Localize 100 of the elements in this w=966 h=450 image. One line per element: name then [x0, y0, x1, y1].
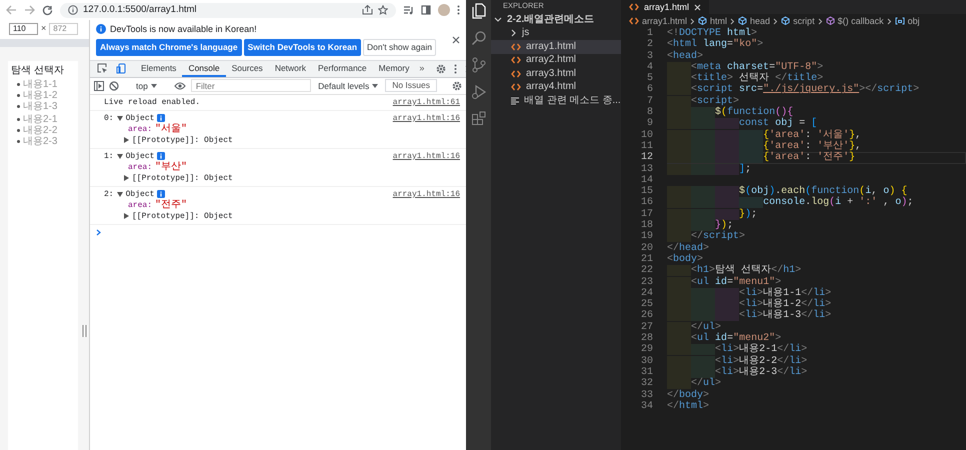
code-line: <li>내용1-1</li> [667, 288, 966, 300]
devtools-tab[interactable]: Elements [135, 60, 182, 77]
info-message: DevTools is now available in Korean! [110, 24, 257, 35]
width-field[interactable]: 110 [9, 22, 38, 34]
triangle-right-icon[interactable] [124, 213, 129, 220]
line-number: 28 [640, 333, 653, 344]
folder-item[interactable]: js [491, 26, 621, 40]
inspect-icon[interactable] [97, 63, 108, 74]
issues-button[interactable]: No Issues [385, 79, 437, 92]
source-control-icon[interactable] [470, 57, 486, 73]
star-icon[interactable] [378, 5, 388, 15]
infobar-button[interactable]: Don't show again [363, 38, 436, 56]
line-number: 16 [640, 197, 653, 209]
height-field[interactable]: 872 [49, 22, 78, 34]
side-panel-icon[interactable] [421, 5, 431, 15]
code-line: </ul> [667, 322, 966, 334]
entry-index: 1: [104, 150, 114, 162]
file-item[interactable]: array2.html [491, 54, 621, 67]
clear-console-icon[interactable] [109, 80, 119, 91]
code-line: <ul id="menu1"> [667, 276, 966, 288]
levels-dropdown[interactable]: Default levels [316, 80, 380, 91]
chevron-right-icon [690, 18, 696, 24]
code-line: <body> [667, 254, 704, 265]
object-label[interactable]: Object [126, 112, 154, 124]
eye-icon[interactable] [174, 82, 186, 90]
prototype-label[interactable]: [[Prototype]]: Object [132, 134, 233, 146]
breadcrumb-item[interactable]: $() callback [826, 16, 884, 26]
line-number: 20 [640, 242, 653, 254]
settings-icon[interactable] [436, 64, 446, 74]
files-icon[interactable] [470, 3, 486, 19]
resize-handle-icon[interactable] [82, 324, 87, 338]
html-file-icon [629, 3, 639, 11]
devtools-tab[interactable]: Memory [372, 60, 416, 77]
share-icon[interactable] [362, 5, 373, 15]
address-bar[interactable]: 127.0.0.1:5500/array1.html [60, 2, 396, 18]
line-number: 9 [646, 118, 653, 130]
line-number: 2 [646, 39, 653, 51]
line-number: 21 [640, 254, 653, 265]
extensions-icon[interactable] [470, 111, 486, 127]
source-link[interactable]: array1.html:61 [392, 96, 460, 108]
device-toolbar-icon[interactable] [116, 63, 127, 74]
line-number: 10 [640, 130, 653, 141]
breadcrumb-item[interactable]: head [738, 16, 770, 26]
menu-icon[interactable] [454, 64, 458, 74]
preview-list-item: 내용2-2 [23, 125, 58, 136]
triangle-right-icon[interactable] [124, 137, 129, 144]
info-icon[interactable] [68, 5, 78, 15]
code-line: {'area': '부산'}, [667, 140, 966, 152]
infobar-button[interactable]: Switch DevTools to Korean [244, 38, 362, 56]
triangle-down-icon[interactable] [116, 154, 123, 159]
infobar-button[interactable]: Always match Chrome's language [96, 38, 242, 56]
sidebar-toggle-icon[interactable] [94, 80, 104, 91]
code-line: $(function(){ [667, 107, 966, 118]
breadcrumb-item[interactable]: array1.html [629, 16, 688, 26]
line-number: 3 [646, 50, 653, 62]
info-icon[interactable] [157, 152, 166, 160]
line-number: 23 [640, 276, 653, 288]
more-tabs-button[interactable]: » [415, 60, 428, 77]
filter-field[interactable]: Filter [190, 79, 312, 92]
line-number: 19 [640, 231, 653, 243]
breadcrumb-item[interactable]: html [698, 16, 728, 26]
code-line: }); [667, 220, 966, 232]
source-link[interactable]: array1.html:16 [392, 112, 460, 146]
prompt-chevron-icon[interactable] [96, 228, 101, 236]
close-icon[interactable] [452, 36, 460, 44]
triangle-down-icon[interactable] [116, 192, 123, 197]
file-item[interactable]: 배열 관련 메소드 종... [491, 94, 621, 108]
prototype-label[interactable]: [[Prototype]]: Object [132, 210, 233, 222]
breadcrumb-item[interactable]: obj [894, 16, 920, 26]
devtools-tab[interactable]: Network [268, 60, 312, 77]
chevron-right-icon [818, 18, 823, 24]
devtools-tab[interactable]: Performance [312, 60, 373, 77]
menu-icon[interactable] [457, 5, 460, 15]
object-label[interactable]: Object [126, 150, 154, 162]
line-number: 33 [640, 390, 653, 401]
context-dropdown[interactable]: top [134, 80, 159, 91]
object-label[interactable]: Object [126, 188, 154, 200]
search-icon[interactable] [470, 30, 486, 46]
source-link[interactable]: array1.html:16 [392, 150, 460, 184]
devtools-tab[interactable]: Console [182, 60, 226, 77]
run-debug-icon[interactable] [470, 84, 486, 100]
file-item[interactable]: array4.html [491, 80, 621, 94]
code-line: <script src="./js/jquery.js"></script> [667, 84, 966, 96]
info-icon[interactable] [157, 190, 166, 198]
reload-icon[interactable] [42, 4, 53, 16]
triangle-right-icon[interactable] [124, 175, 129, 182]
editor-tab[interactable]: array1.html [621, 0, 710, 14]
folder-item[interactable]: 2-2.배열관련메소드 [491, 13, 621, 26]
file-item[interactable]: array1.html [491, 40, 621, 54]
info-icon[interactable] [157, 114, 166, 122]
triangle-down-icon[interactable] [116, 116, 123, 121]
file-item[interactable]: array3.html [491, 67, 621, 80]
line-number: 5 [646, 73, 653, 84]
preview-list-item: 내용1-3 [23, 101, 58, 112]
source-link[interactable]: array1.html:16 [392, 188, 460, 222]
devtools-tab[interactable]: Sources [226, 60, 269, 77]
breadcrumb-item[interactable]: script [781, 16, 815, 26]
prototype-label[interactable]: [[Prototype]]: Object [132, 172, 233, 184]
reading-list-icon[interactable] [403, 5, 414, 15]
settings-icon[interactable] [452, 80, 462, 91]
